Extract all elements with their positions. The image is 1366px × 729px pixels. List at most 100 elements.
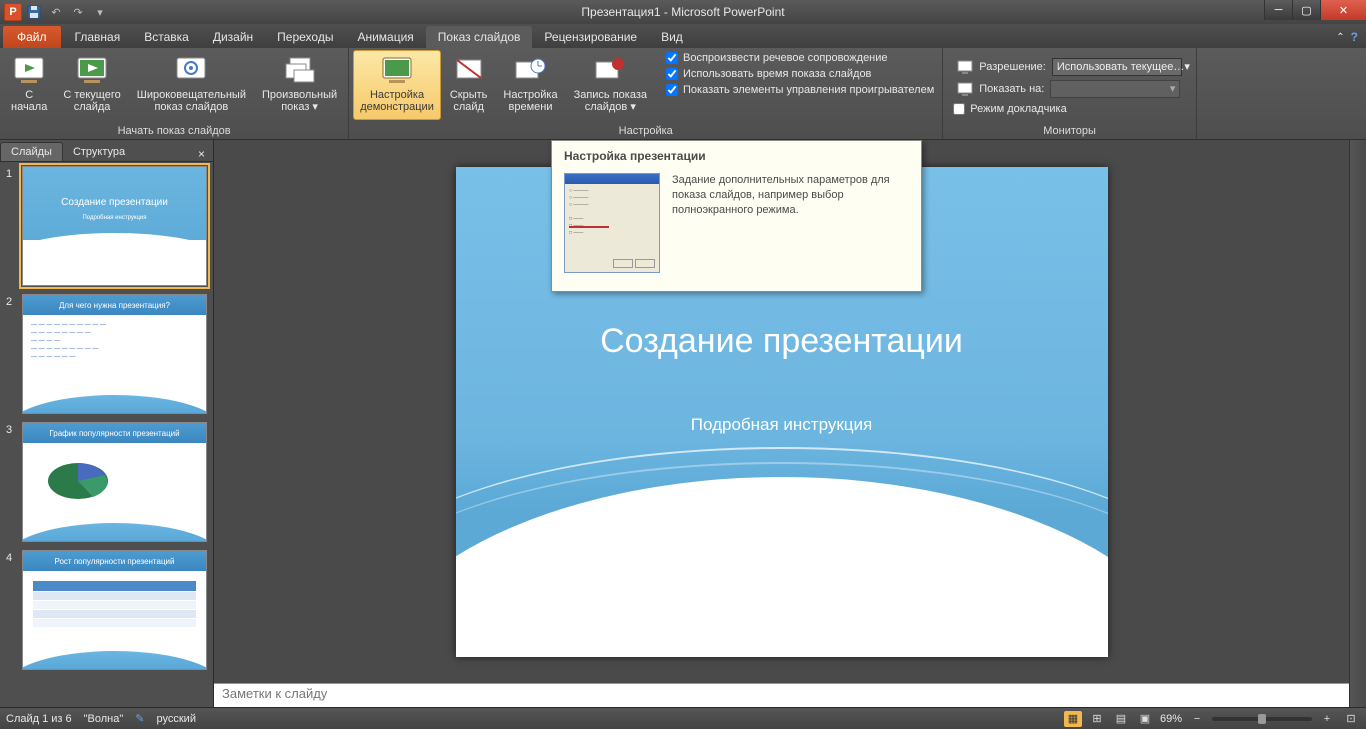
- window-title: Презентация1 - Microsoft PowerPoint: [581, 5, 784, 19]
- status-bar: Слайд 1 из 6 "Волна" ✎ русский ▦ ⊞ ▤ ▣ 6…: [0, 707, 1366, 729]
- clock-icon: [514, 54, 546, 86]
- hide-slide-button[interactable]: Скрыть слайд: [443, 50, 495, 120]
- normal-view-button[interactable]: ▦: [1064, 711, 1082, 727]
- help-icon[interactable]: ?: [1351, 30, 1358, 44]
- file-tab[interactable]: Файл: [3, 26, 61, 48]
- tab-insert[interactable]: Вставка: [132, 26, 201, 48]
- hide-slide-icon: [453, 54, 485, 86]
- ribbon-tabs: Файл Главная Вставка Дизайн Переходы Ани…: [0, 24, 1366, 48]
- close-button[interactable]: ✕: [1320, 0, 1366, 20]
- notes-pane[interactable]: Заметки к слайду: [214, 683, 1349, 707]
- thumb-subtitle: Подробная инструкция: [23, 215, 206, 221]
- slide-thumbnail[interactable]: 3 График популярности презентаций: [6, 422, 207, 542]
- maximize-button[interactable]: ▢: [1292, 0, 1320, 20]
- presenter-view-checkbox[interactable]: Режим докладчика: [953, 101, 1070, 117]
- group-start-slideshow: С начала С текущего слайда Широковещател…: [0, 48, 349, 139]
- thumb-title: Рост популярности презентаций: [23, 551, 206, 571]
- record-icon: [594, 54, 626, 86]
- resolution-label: Разрешение:: [979, 61, 1046, 73]
- tooltip: Настройка презентации ○ ———○ ———○ ———□ —…: [551, 140, 922, 292]
- workspace: Слайды Структура × 1 Создание презентаци…: [0, 140, 1366, 707]
- outline-tab[interactable]: Структура: [63, 143, 135, 161]
- custom-show-icon: [284, 54, 316, 86]
- play-icon: [13, 54, 45, 86]
- zoom-level[interactable]: 69%: [1160, 713, 1182, 725]
- from-current-button[interactable]: С текущего слайда: [56, 50, 127, 120]
- thumb-title: График популярности презентаций: [23, 423, 206, 443]
- sorter-view-button[interactable]: ⊞: [1088, 711, 1106, 727]
- zoom-in-button[interactable]: +: [1318, 711, 1336, 727]
- group-setup: Настройка демонстрации Скрыть слайд Наст…: [349, 48, 943, 139]
- setup-slideshow-button[interactable]: Настройка демонстрации: [353, 50, 441, 120]
- resolution-dropdown[interactable]: Использовать текущее…▾: [1052, 58, 1182, 76]
- reading-view-button[interactable]: ▤: [1112, 711, 1130, 727]
- slide-title[interactable]: Создание презентации: [456, 322, 1108, 361]
- show-on-dropdown[interactable]: ▾: [1050, 80, 1180, 98]
- thumb-number: 1: [6, 166, 18, 286]
- vertical-scrollbar[interactable]: [1349, 140, 1366, 707]
- spell-check-icon[interactable]: ✎: [135, 712, 144, 725]
- save-icon[interactable]: [24, 2, 44, 22]
- thumb-number: 3: [6, 422, 18, 542]
- broadcast-icon: [175, 54, 207, 86]
- group-label: Начать показ слайдов: [4, 123, 344, 139]
- language-indicator[interactable]: русский: [157, 713, 196, 725]
- slide-thumbnail[interactable]: 1 Создание презентации Подробная инструк…: [6, 166, 207, 286]
- rehearse-timings-button[interactable]: Настройка времени: [496, 50, 564, 120]
- tab-home[interactable]: Главная: [63, 26, 133, 48]
- use-timings-checkbox[interactable]: Использовать время показа слайдов: [662, 66, 938, 82]
- qat-dropdown-icon[interactable]: ▾: [90, 2, 110, 22]
- record-slideshow-button[interactable]: Запись показа слайдов ▾: [567, 50, 654, 120]
- play-narrations-checkbox[interactable]: Воспроизвести речевое сопровождение: [662, 50, 938, 66]
- tab-transitions[interactable]: Переходы: [265, 26, 345, 48]
- from-beginning-button[interactable]: С начала: [4, 50, 54, 120]
- window-controls: ─ ▢ ✕: [1264, 0, 1366, 20]
- thumb-title: Создание презентации: [23, 197, 206, 208]
- group-label: Настройка: [353, 123, 938, 139]
- tab-animation[interactable]: Анимация: [345, 26, 425, 48]
- ribbon-help: ⌃ ?: [1328, 26, 1366, 48]
- thumb-number: 4: [6, 550, 18, 670]
- tooltip-text: Задание дополнительных параметров для по…: [672, 173, 909, 273]
- tab-review[interactable]: Рецензирование: [532, 26, 649, 48]
- setup-icon: [381, 54, 413, 86]
- minimize-button[interactable]: ─: [1264, 0, 1292, 20]
- monitor-icon: [957, 60, 973, 74]
- custom-show-button[interactable]: Произвольный показ ▾: [255, 50, 344, 120]
- minimize-ribbon-icon[interactable]: ⌃: [1336, 32, 1344, 43]
- zoom-out-button[interactable]: −: [1188, 711, 1206, 727]
- slideshow-view-button[interactable]: ▣: [1136, 711, 1154, 727]
- monitor-icon: [957, 82, 973, 96]
- close-panel-icon[interactable]: ×: [190, 147, 213, 161]
- undo-icon[interactable]: ↶: [46, 2, 66, 22]
- slides-panel: Слайды Структура × 1 Создание презентаци…: [0, 140, 214, 707]
- zoom-slider[interactable]: [1212, 717, 1312, 721]
- chevron-down-icon: ▾: [1184, 60, 1190, 73]
- thumbnails-list: 1 Создание презентации Подробная инструк…: [0, 162, 213, 707]
- ribbon: С начала С текущего слайда Широковещател…: [0, 48, 1366, 140]
- slide-canvas[interactable]: Создание презентации Подробная инструкци…: [214, 140, 1349, 683]
- tab-slideshow[interactable]: Показ слайдов: [426, 26, 533, 48]
- slides-tab[interactable]: Слайды: [0, 142, 63, 161]
- play-current-icon: [76, 54, 108, 86]
- slide-thumbnail[interactable]: 4 Рост популярности презентаций: [6, 550, 207, 670]
- tooltip-image: ○ ———○ ———○ ———□ ——□ ——□ ——: [564, 173, 660, 273]
- redo-icon[interactable]: ↷: [68, 2, 88, 22]
- slide-thumbnail[interactable]: 2 Для чего нужна презентация? — — — — — …: [6, 294, 207, 414]
- slide-counter: Слайд 1 из 6: [6, 713, 72, 725]
- chevron-down-icon: ▾: [1170, 82, 1176, 95]
- editor-area: Создание презентации Подробная инструкци…: [214, 140, 1349, 707]
- slide-subtitle[interactable]: Подробная инструкция: [456, 415, 1108, 435]
- fit-to-window-button[interactable]: ⊡: [1342, 711, 1360, 727]
- thumb-number: 2: [6, 294, 18, 414]
- show-on-label: Показать на:: [979, 83, 1044, 95]
- powerpoint-icon: P: [4, 3, 22, 21]
- thumb-title: Для чего нужна презентация?: [23, 295, 206, 315]
- tab-design[interactable]: Дизайн: [201, 26, 265, 48]
- tab-view[interactable]: Вид: [649, 26, 695, 48]
- tooltip-title: Настройка презентации: [552, 141, 921, 167]
- theme-name: "Волна": [84, 713, 124, 725]
- panel-tabs: Слайды Структура ×: [0, 140, 213, 162]
- show-media-controls-checkbox[interactable]: Показать элементы управления проигрывате…: [662, 82, 938, 98]
- broadcast-button[interactable]: Широковещательный показ слайдов: [130, 50, 253, 120]
